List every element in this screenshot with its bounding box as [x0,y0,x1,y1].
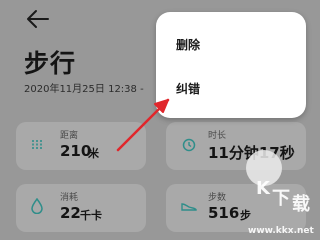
calories-label: 消耗 [60,193,79,203]
flame-icon [31,198,43,214]
distance-label: 距离 [60,131,79,141]
back-arrow-icon[interactable] [26,8,52,30]
screen: 步行 2020年11月25日 12:38 - 距离 210 米 时长 11分钟1… [0,0,320,240]
watermark-char-1: K [256,178,270,199]
watermark-char-2: 下 [272,188,290,209]
distance-unit: 米 [88,147,99,160]
watermark-char-3: 载 [292,194,310,215]
distance-value: 210 [60,142,92,160]
workout-date-time: 2020年11月25日 12:38 - [24,84,144,95]
calories-unit: 千卡 [80,209,102,222]
shoe-icon [181,203,197,211]
steps-label: 步数 [208,193,227,203]
duration-label: 时长 [208,131,227,141]
page-title: 步行 [24,49,77,78]
calories-value: 22 [60,204,81,222]
route-icon [32,140,42,150]
context-menu: 删除 纠错 [156,12,306,118]
correct-error-menu-item[interactable]: 纠错 [176,80,200,97]
steps-value: 516 [208,204,240,222]
watermark-url: www.kkx.net [248,226,314,236]
clock-icon [182,138,196,152]
delete-menu-item[interactable]: 删除 [176,36,200,53]
watermark: K 下 载 www.kkx.net [246,150,318,238]
